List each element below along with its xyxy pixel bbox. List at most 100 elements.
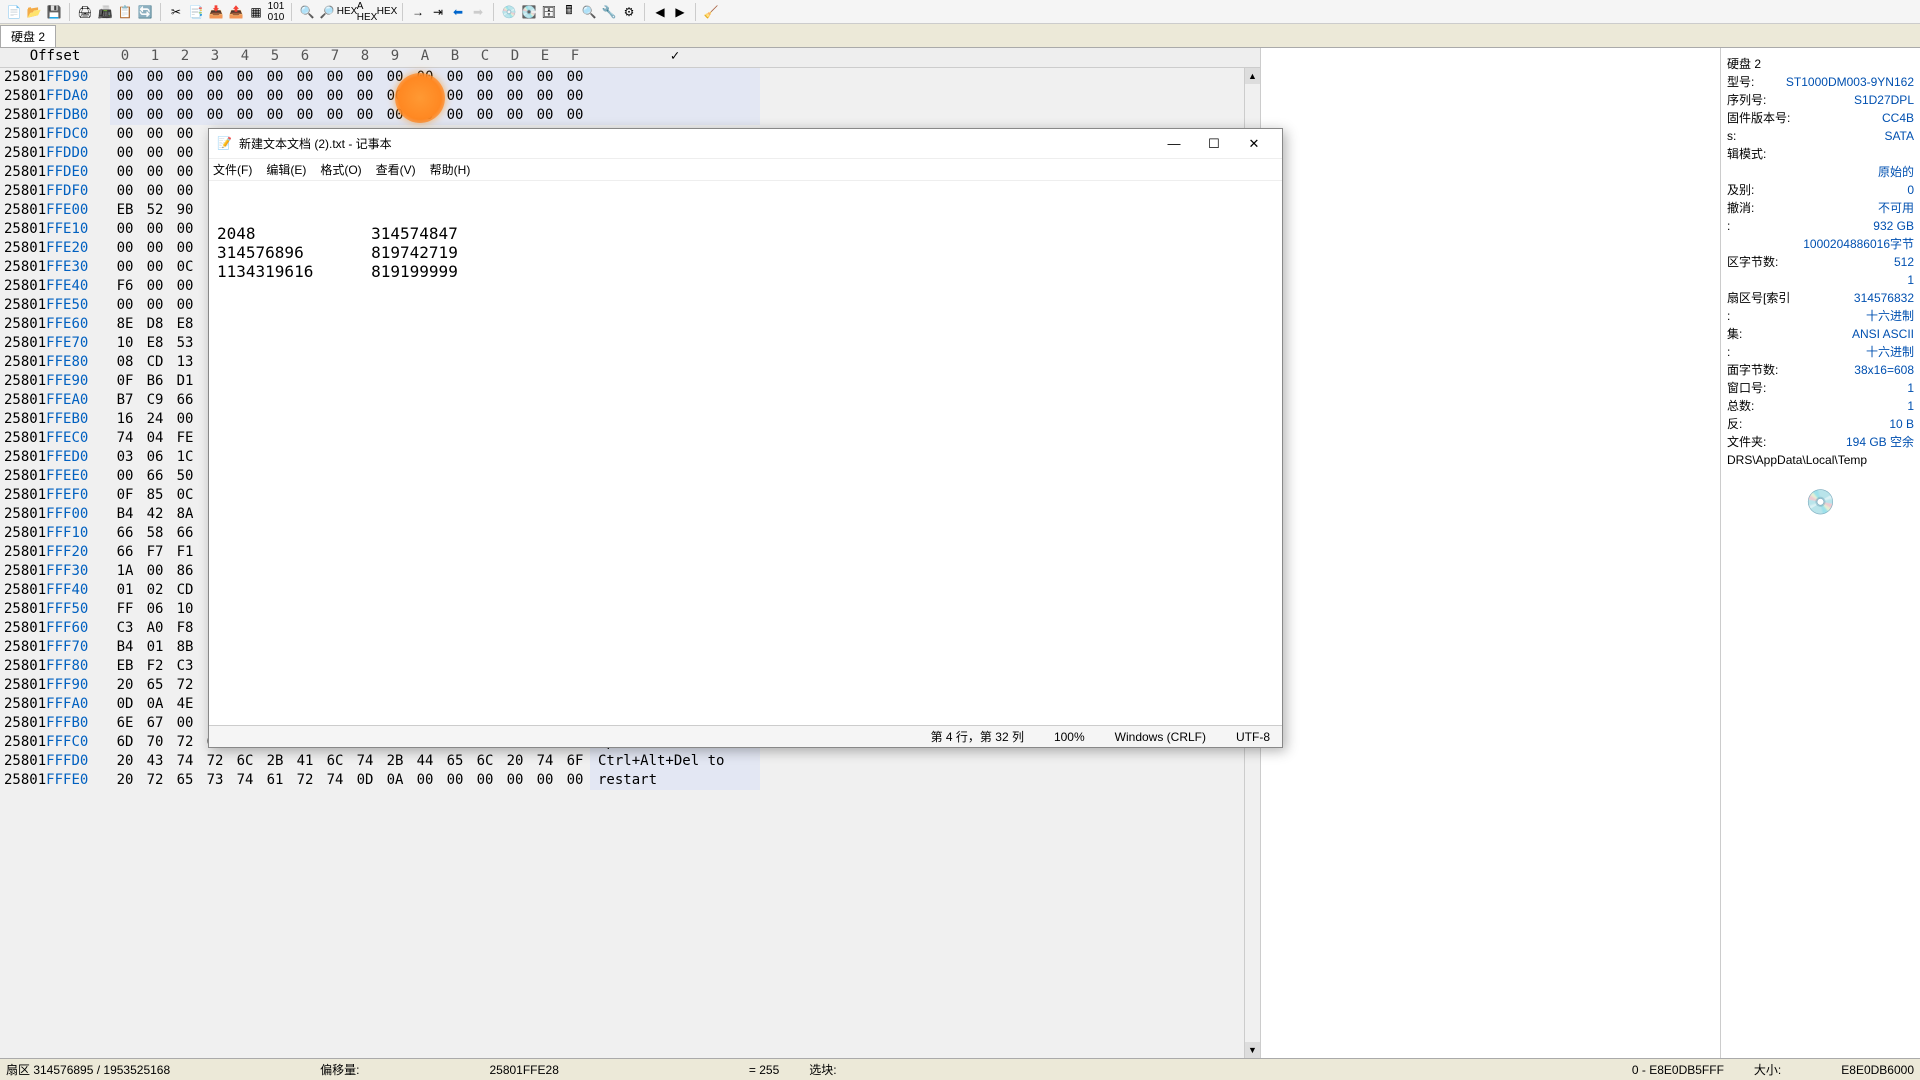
byte-cell[interactable]: 20	[110, 752, 140, 771]
byte-cell[interactable]: 00	[170, 277, 200, 296]
notepad-textarea[interactable]: 2048 314574847 314576896 819742719 11343…	[209, 181, 1282, 725]
byte-cell[interactable]: 52	[140, 201, 170, 220]
byte-cell[interactable]: 00	[230, 68, 260, 87]
copy-icon[interactable]: 📑	[187, 3, 205, 21]
byte-cell[interactable]: 00	[140, 220, 170, 239]
byte-cell[interactable]: 00	[320, 68, 350, 87]
byte-cell[interactable]: 03	[110, 448, 140, 467]
paste2-icon[interactable]: 📤	[227, 3, 245, 21]
byte-cell[interactable]: 2B	[380, 752, 410, 771]
byte-cell[interactable]: 72	[140, 771, 170, 790]
byte-cell[interactable]: B4	[110, 505, 140, 524]
byte-cell[interactable]: 00	[230, 106, 260, 125]
byte-cell[interactable]: 66	[140, 467, 170, 486]
byte-cell[interactable]: 00	[140, 68, 170, 87]
byte-cell[interactable]: 6D	[110, 733, 140, 752]
byte-cell[interactable]: 6C	[470, 752, 500, 771]
byte-cell[interactable]: 72	[170, 733, 200, 752]
byte-cell[interactable]: 00	[530, 87, 560, 106]
hex2-icon[interactable]: AHEX	[358, 3, 376, 21]
byte-cell[interactable]: D8	[140, 315, 170, 334]
byte-cell[interactable]: 00	[200, 106, 230, 125]
scroll-up-icon[interactable]: ▲	[1245, 68, 1260, 84]
search-icon[interactable]: 🔍	[298, 3, 316, 21]
byte-cell[interactable]: 66	[110, 543, 140, 562]
byte-cell[interactable]: 02	[140, 581, 170, 600]
hex-row[interactable]: 25801FFFE020726573746172740D0A0000000000…	[0, 771, 1244, 790]
byte-cell[interactable]: 16	[110, 410, 140, 429]
np-menu-item[interactable]: 帮助(H)	[430, 161, 471, 178]
ascii-cell[interactable]	[590, 68, 760, 87]
hex-row[interactable]: 25801FFDB0000000000000000000000000000000…	[0, 106, 1244, 125]
byte-cell[interactable]: 00	[170, 68, 200, 87]
byte-cell[interactable]: 00	[500, 106, 530, 125]
ascii-cell[interactable]	[590, 87, 760, 106]
byte-cell[interactable]: 00	[350, 87, 380, 106]
byte-cell[interactable]: 00	[470, 68, 500, 87]
byte-cell[interactable]: 00	[110, 182, 140, 201]
byte-cell[interactable]: 10	[110, 334, 140, 353]
byte-cell[interactable]: 00	[140, 182, 170, 201]
tool2-icon[interactable]: ⚙	[620, 3, 638, 21]
byte-cell[interactable]: 00	[560, 68, 590, 87]
byte-cell[interactable]: 00	[500, 87, 530, 106]
byte-cell[interactable]: 00	[140, 125, 170, 144]
byte-cell[interactable]: 66	[110, 524, 140, 543]
byte-cell[interactable]: 65	[440, 752, 470, 771]
byte-cell[interactable]: FE	[170, 429, 200, 448]
byte-cell[interactable]: 00	[530, 106, 560, 125]
byte-cell[interactable]: 73	[200, 771, 230, 790]
byte-cell[interactable]: 20	[500, 752, 530, 771]
byte-cell[interactable]: 00	[140, 258, 170, 277]
byte-cell[interactable]: 72	[170, 676, 200, 695]
byte-cell[interactable]: 00	[440, 68, 470, 87]
byte-cell[interactable]: 8A	[170, 505, 200, 524]
byte-cell[interactable]: 0D	[350, 771, 380, 790]
notepad-titlebar[interactable]: 📝 新建文本文档 (2).txt - 记事本 — ☐ ✕	[209, 129, 1282, 159]
byte-cell[interactable]: C3	[110, 619, 140, 638]
hex-row[interactable]: 25801FFFD0204374726C2B416C742B44656C2074…	[0, 752, 1244, 771]
byte-cell[interactable]: 10	[170, 600, 200, 619]
tab-disk2[interactable]: 硬盘 2	[0, 25, 56, 47]
back-icon[interactable]: ⬅	[449, 3, 467, 21]
byte-cell[interactable]: 06	[140, 600, 170, 619]
byte-cell[interactable]: 58	[140, 524, 170, 543]
cut-icon[interactable]: ✂	[167, 3, 185, 21]
byte-cell[interactable]: 00	[170, 714, 200, 733]
hex-row[interactable]: 25801FFD90000000000000000000000000000000…	[0, 68, 1244, 87]
byte-cell[interactable]: 00	[110, 239, 140, 258]
byte-cell[interactable]: 00	[170, 296, 200, 315]
byte-cell[interactable]: 00	[290, 68, 320, 87]
byte-cell[interactable]: B4	[110, 638, 140, 657]
hex3-icon[interactable]: HEX	[378, 3, 396, 21]
byte-cell[interactable]: 74	[530, 752, 560, 771]
byte-cell[interactable]: 00	[170, 410, 200, 429]
paste-icon[interactable]: 📥	[207, 3, 225, 21]
byte-cell[interactable]: 0A	[380, 771, 410, 790]
byte-cell[interactable]: 00	[380, 106, 410, 125]
byte-cell[interactable]: A0	[140, 619, 170, 638]
grid-icon[interactable]: ▦	[247, 3, 265, 21]
byte-cell[interactable]: 50	[170, 467, 200, 486]
byte-cell[interactable]: 00	[110, 106, 140, 125]
byte-cell[interactable]: 00	[200, 68, 230, 87]
nav-left-icon[interactable]: ◀	[651, 3, 669, 21]
byte-cell[interactable]: E8	[140, 334, 170, 353]
byte-cell[interactable]: 00	[110, 467, 140, 486]
byte-cell[interactable]: 0A	[140, 695, 170, 714]
byte-cell[interactable]: 00	[470, 771, 500, 790]
byte-cell[interactable]: F8	[170, 619, 200, 638]
byte-cell[interactable]: 20	[110, 676, 140, 695]
byte-cell[interactable]: 00	[110, 220, 140, 239]
byte-cell[interactable]: 00	[470, 87, 500, 106]
byte-cell[interactable]: 8E	[110, 315, 140, 334]
byte-cell[interactable]: 72	[200, 752, 230, 771]
byte-cell[interactable]: 00	[110, 125, 140, 144]
byte-cell[interactable]: 6E	[110, 714, 140, 733]
byte-cell[interactable]: D1	[170, 372, 200, 391]
nav-right-icon[interactable]: ▶	[671, 3, 689, 21]
byte-cell[interactable]: 72	[290, 771, 320, 790]
byte-cell[interactable]: 00	[560, 87, 590, 106]
print2-icon[interactable]: 📠	[96, 3, 114, 21]
byte-cell[interactable]: B6	[140, 372, 170, 391]
